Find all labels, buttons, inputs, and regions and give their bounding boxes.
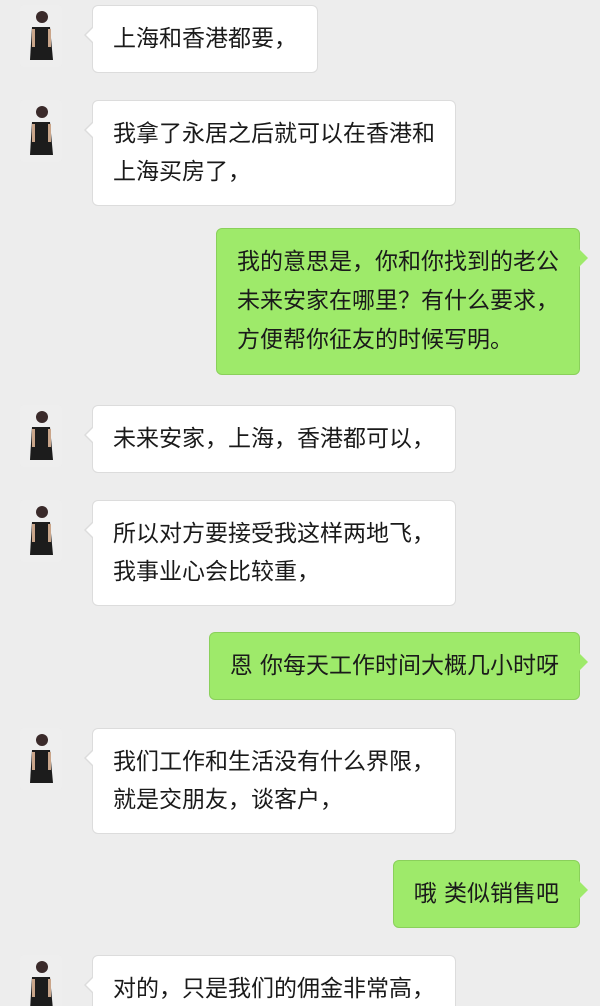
message-bubble[interactable]: 对的，只是我们的佣金非常高， xyxy=(84,955,456,1006)
message-text: 对的，只是我们的佣金非常高， xyxy=(113,976,435,1002)
chat-window: 上海和香港都要， 我拿了永居之后就可以在香港和 上海买房了， 我的意思是，你和你… xyxy=(0,0,600,1006)
message-text: 我的意思是，你和你找到的老公 xyxy=(237,249,559,275)
message-text: 上海和香港都要， xyxy=(113,26,297,52)
message-text: 我们工作和生活没有什么界限， xyxy=(113,749,435,775)
contact-avatar[interactable] xyxy=(20,955,62,1006)
message-text: 哦 类似销售吧 xyxy=(413,881,559,907)
message-bubble[interactable]: 未来安家，上海，香港都可以， xyxy=(84,405,456,473)
message-bubble[interactable]: 哦 类似销售吧 xyxy=(392,860,589,928)
contact-avatar[interactable] xyxy=(20,405,62,467)
contact-avatar[interactable] xyxy=(20,500,62,562)
message-text: 所以对方要接受我这样两地飞， xyxy=(113,521,435,547)
message-bubble[interactable]: 恩 你每天工作时间大概几小时呀 xyxy=(208,632,589,700)
message-text: 未来安家在哪里？有什么要求， xyxy=(237,288,559,314)
message-text: 恩 你每天工作时间大概几小时呀 xyxy=(229,653,559,679)
message-bubble[interactable]: 所以对方要接受我这样两地飞， 我事业心会比较重， xyxy=(84,500,456,606)
contact-avatar[interactable] xyxy=(20,100,62,162)
message-text: 方便帮你征友的时候写明。 xyxy=(237,327,513,353)
message-text: 未来安家，上海，香港都可以， xyxy=(113,426,435,452)
message-bubble[interactable]: 我拿了永居之后就可以在香港和 上海买房了， xyxy=(84,100,456,206)
contact-avatar[interactable] xyxy=(20,5,62,67)
message-text: 我事业心会比较重， xyxy=(113,559,320,585)
message-bubble[interactable]: 上海和香港都要， xyxy=(84,5,318,73)
contact-avatar[interactable] xyxy=(20,728,62,790)
message-bubble[interactable]: 我的意思是，你和你找到的老公 未来安家在哪里？有什么要求， 方便帮你征友的时候写… xyxy=(216,228,588,375)
message-text: 就是交朋友，谈客户， xyxy=(113,787,343,813)
message-bubble[interactable]: 我们工作和生活没有什么界限， 就是交朋友，谈客户， xyxy=(84,728,456,834)
message-text: 上海买房了， xyxy=(113,159,251,185)
message-text: 我拿了永居之后就可以在香港和 xyxy=(113,121,435,147)
